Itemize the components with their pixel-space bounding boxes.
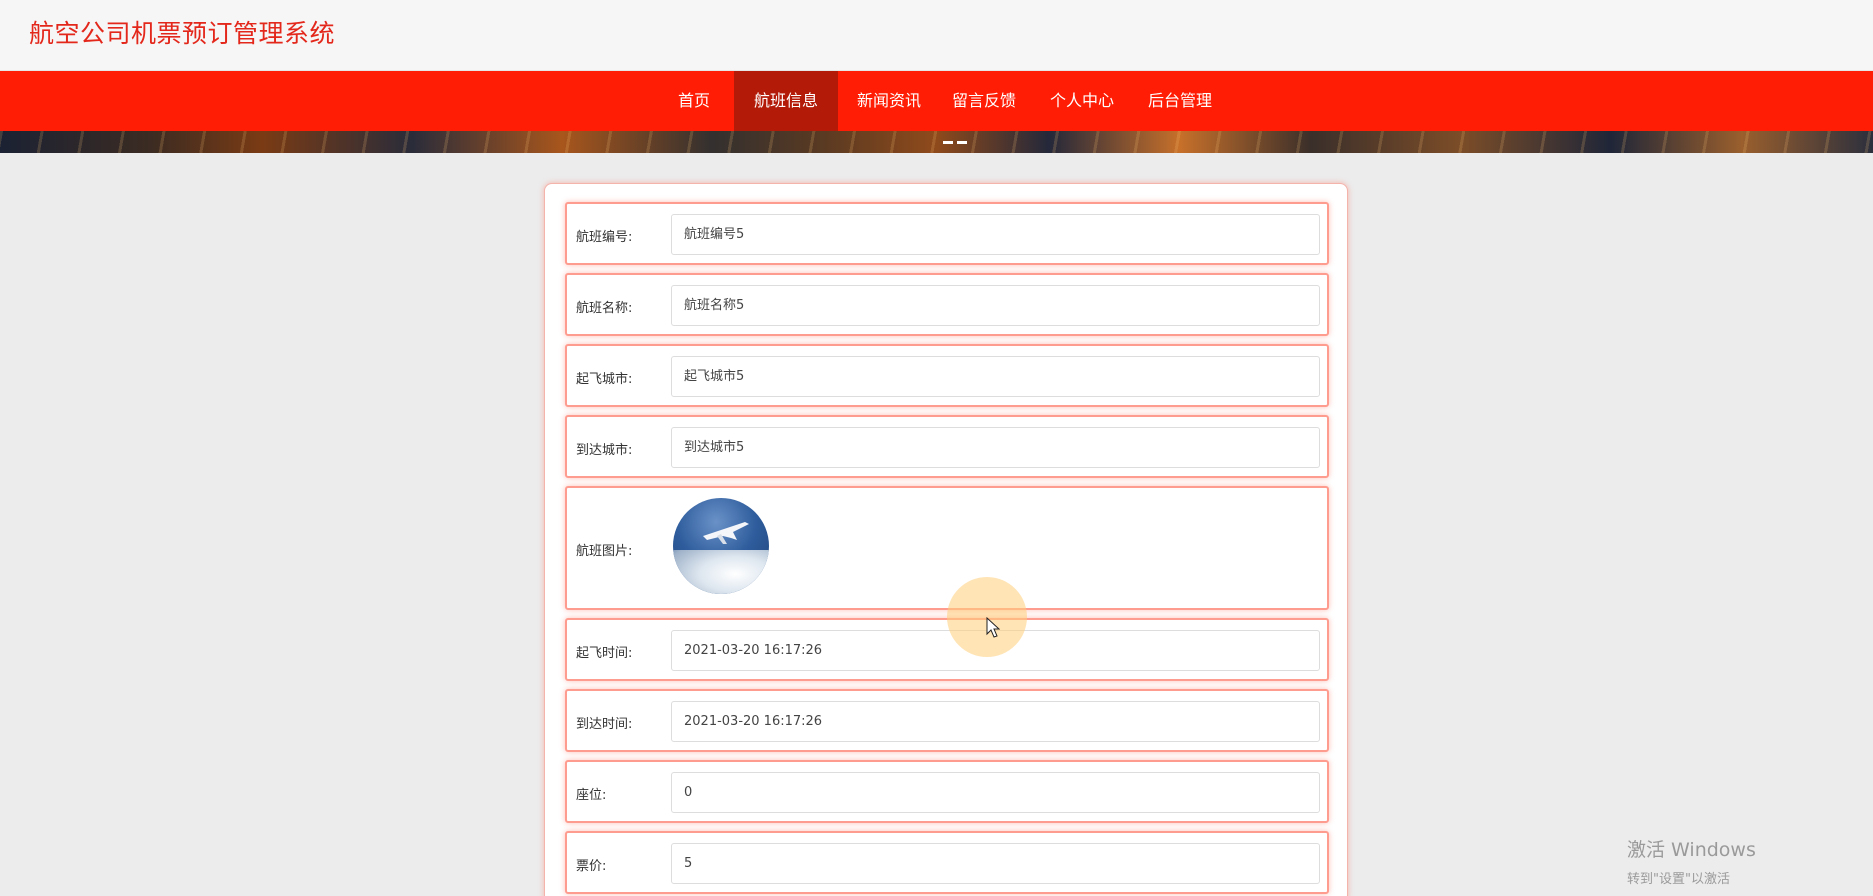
nav-item-profile[interactable]: 个人中心 — [1046, 71, 1118, 131]
city-banner — [0, 131, 1873, 153]
watermark-line-2: 转到"设置"以激活 — [1627, 872, 1730, 887]
flight-number-label: 航班编号: — [576, 230, 633, 245]
departure-time-row: 起飞时间: 2021-03-20 16:17:26 — [565, 618, 1329, 681]
departure-city-label: 起飞城市: — [576, 372, 633, 387]
site-title: 航空公司机票预订管理系统 — [29, 19, 336, 48]
flight-number-row: 航班编号: 航班编号5 — [565, 202, 1329, 265]
mouse-pointer-icon — [986, 617, 1000, 638]
arrival-city-row: 到达城市: 到达城市5 — [565, 415, 1329, 478]
price-row: 票价: 5 — [565, 831, 1329, 894]
arrival-city-label: 到达城市: — [576, 443, 633, 458]
flight-image-row: 航班图片: — [565, 486, 1329, 610]
watermark-line-1: 激活 Windows — [1627, 839, 1756, 861]
arrival-time-label: 到达时间: — [576, 717, 633, 732]
arrival-city-field[interactable]: 到达城市5 — [671, 427, 1320, 468]
main-nav: 首页 航班信息 新闻资讯 留言反馈 个人中心 后台管理 — [0, 71, 1873, 131]
flight-name-row: 航班名称: 航班名称5 — [565, 273, 1329, 336]
seats-label: 座位: — [576, 788, 607, 803]
nav-item-home[interactable]: 首页 — [668, 71, 720, 131]
price-field[interactable]: 5 — [671, 843, 1320, 884]
nav-item-news[interactable]: 新闻资讯 — [853, 71, 925, 131]
seats-row: 座位: 0 — [565, 760, 1329, 823]
windows-activation-watermark: 激活 Windows 转到"设置"以激活 — [1627, 835, 1756, 887]
arrival-time-field[interactable]: 2021-03-20 16:17:26 — [671, 701, 1320, 742]
departure-time-label: 起飞时间: — [576, 646, 633, 661]
nav-item-flights[interactable]: 航班信息 — [734, 71, 838, 131]
arrival-time-row: 到达时间: 2021-03-20 16:17:26 — [565, 689, 1329, 752]
flight-name-field[interactable]: 航班名称5 — [671, 285, 1320, 326]
flight-number-field[interactable]: 航班编号5 — [671, 214, 1320, 255]
top-header: 航空公司机票预订管理系统 — [0, 0, 1873, 71]
flight-image — [673, 498, 769, 594]
price-label: 票价: — [576, 859, 607, 874]
airplane-icon — [703, 522, 749, 544]
flight-name-label: 航班名称: — [576, 301, 633, 316]
departure-city-field[interactable]: 起飞城市5 — [671, 356, 1320, 397]
carousel-indicators[interactable] — [943, 129, 971, 148]
flight-detail-card: 航班编号: 航班编号5 航班名称: 航班名称5 起飞城市: 起飞城市5 到达城市… — [544, 183, 1348, 896]
nav-item-feedback[interactable]: 留言反馈 — [948, 71, 1020, 131]
seats-field[interactable]: 0 — [671, 772, 1320, 813]
flight-image-label: 航班图片: — [576, 544, 633, 559]
nav-item-admin[interactable]: 后台管理 — [1144, 71, 1216, 131]
departure-city-row: 起飞城市: 起飞城市5 — [565, 344, 1329, 407]
